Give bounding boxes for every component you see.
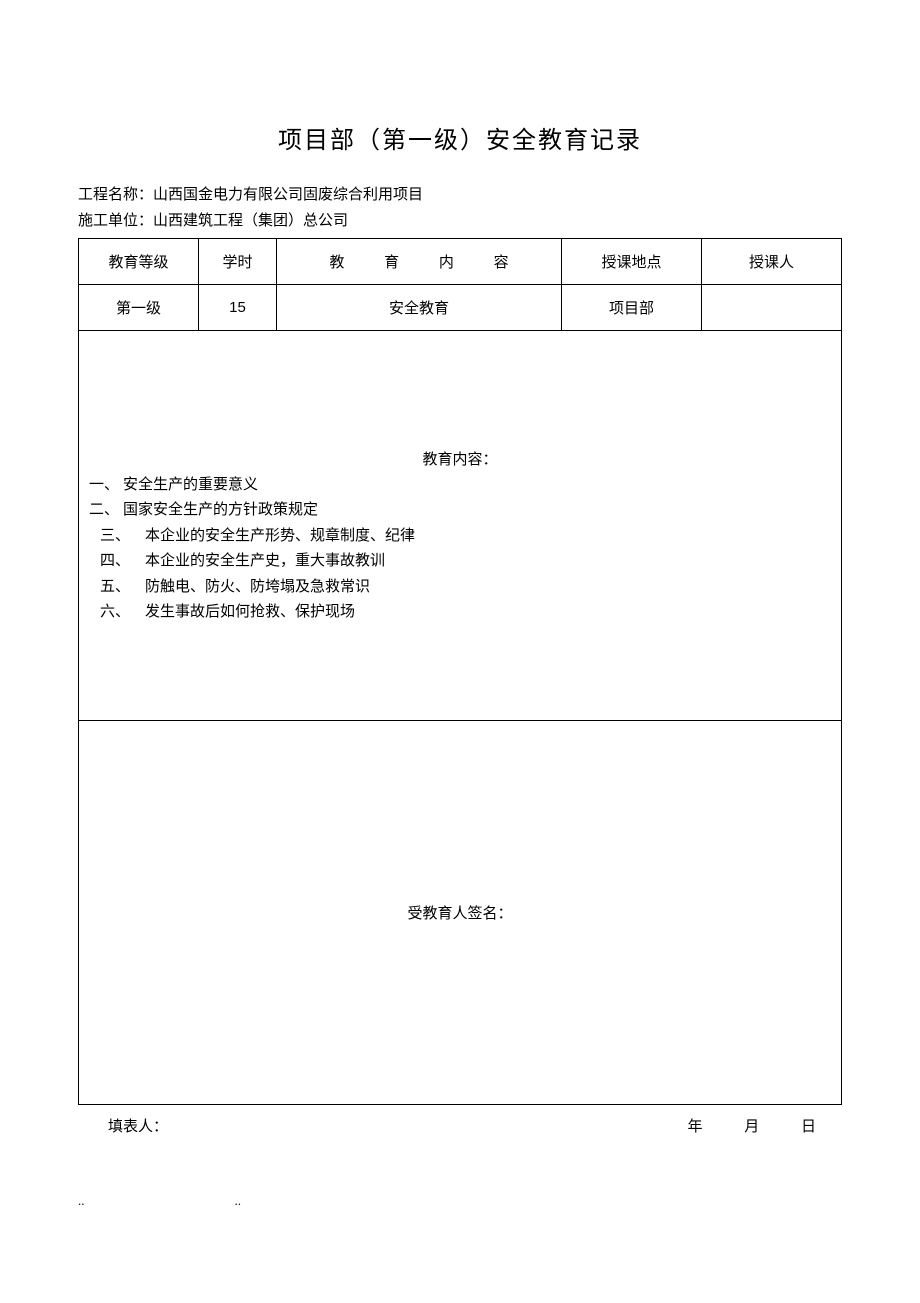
date-group: 年 月 日 [649, 1115, 816, 1136]
header-location: 授课地点 [562, 239, 702, 285]
item-number: 六、 [85, 600, 145, 626]
item-text: 防触电、防火、防垮塌及急救常识 [145, 575, 370, 601]
cell-level: 第一级 [79, 285, 199, 331]
cell-lecturer [702, 285, 842, 331]
dot-mark: .. [78, 1193, 85, 1209]
content-row: 教育内容： 一、安全生产的重要意义 二、国家安全生产的方针政策规定 三、本企业的… [79, 331, 842, 721]
day-label: 日 [801, 1119, 816, 1135]
list-item: 三、本企业的安全生产形势、规章制度、纪律 [85, 524, 835, 550]
unit-value: 山西建筑工程（集团）总公司 [153, 213, 348, 229]
unit-label: 施工单位： [78, 213, 153, 229]
footer-dots: .... [78, 1193, 391, 1209]
item-text: 本企业的安全生产史，重大事故教训 [145, 549, 385, 575]
list-item: 一、安全生产的重要意义 [85, 473, 835, 499]
item-text: 本企业的安全生产形势、规章制度、纪律 [145, 524, 415, 550]
project-label: 工程名称： [78, 187, 153, 203]
header-hours: 学时 [199, 239, 277, 285]
list-item: 二、国家安全生产的方针政策规定 [85, 498, 835, 524]
item-text: 安全生产的重要意义 [123, 473, 258, 499]
filler-label: 填表人： [108, 1115, 168, 1136]
table-header-row: 教育等级 学时 教 育 内 容 授课地点 授课人 [79, 239, 842, 285]
month-label: 月 [744, 1119, 759, 1135]
list-item: 六、发生事故后如何抢救、保护现场 [85, 600, 835, 626]
item-number: 三、 [85, 524, 145, 550]
signature-label: 受教育人签名： [85, 902, 835, 923]
cell-location: 项目部 [562, 285, 702, 331]
content-list: 一、安全生产的重要意义 二、国家安全生产的方针政策规定 三、本企业的安全生产形势… [85, 473, 835, 626]
document-title: 项目部（第一级）安全教育记录 [78, 120, 842, 155]
cell-hours: 15 [199, 285, 277, 331]
project-value: 山西国金电力有限公司固废综合利用项目 [153, 187, 423, 203]
header-lecturer: 授课人 [702, 239, 842, 285]
footer-row: 填表人： 年 月 日 [78, 1115, 842, 1136]
item-number: 四、 [85, 549, 145, 575]
item-text: 发生事故后如何抢救、保护现场 [145, 600, 355, 626]
project-name-line: 工程名称：山西国金电力有限公司固废综合利用项目 [78, 183, 842, 209]
item-number: 一、 [85, 473, 123, 499]
list-item: 五、防触电、防火、防垮塌及急救常识 [85, 575, 835, 601]
content-heading: 教育内容： [85, 448, 835, 469]
construction-unit-line: 施工单位：山西建筑工程（集团）总公司 [78, 209, 842, 235]
education-content-cell: 教育内容： 一、安全生产的重要意义 二、国家安全生产的方针政策规定 三、本企业的… [79, 331, 842, 721]
item-text: 国家安全生产的方针政策规定 [123, 498, 318, 524]
year-label: 年 [687, 1119, 702, 1135]
item-number: 五、 [85, 575, 145, 601]
record-table: 教育等级 学时 教 育 内 容 授课地点 授课人 第一级 15 安全教育 项目部… [78, 238, 842, 1105]
header-content: 教 育 内 容 [277, 239, 562, 285]
list-item: 四、本企业的安全生产史，重大事故教训 [85, 549, 835, 575]
table-data-row: 第一级 15 安全教育 项目部 [79, 285, 842, 331]
page-container: 项目部（第一级）安全教育记录 工程名称：山西国金电力有限公司固废综合利用项目 施… [0, 0, 920, 1136]
item-number: 二、 [85, 498, 123, 524]
signature-cell: 受教育人签名： [79, 721, 842, 1105]
signature-row: 受教育人签名： [79, 721, 842, 1105]
header-level: 教育等级 [79, 239, 199, 285]
dot-mark: .. [235, 1193, 242, 1209]
cell-content: 安全教育 [277, 285, 562, 331]
